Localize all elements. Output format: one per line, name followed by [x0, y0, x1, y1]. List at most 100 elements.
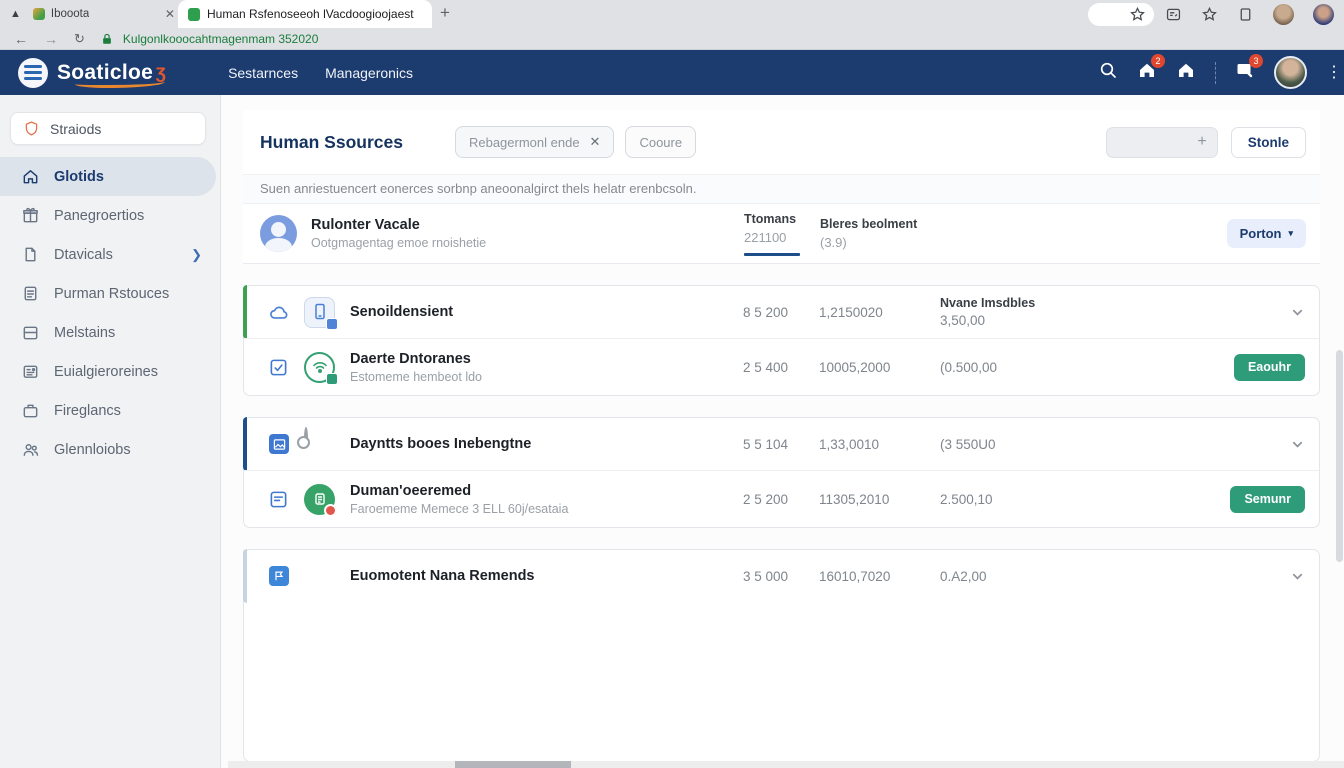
home-notifications-icon[interactable]: 2	[1137, 60, 1157, 85]
sidebar-top-label: Straiods	[50, 121, 101, 137]
sidebar-item-glennloiobs[interactable]: Glennloiobs	[0, 430, 220, 469]
chip-close-icon[interactable]: ✕	[590, 134, 601, 150]
reload-icon[interactable]: ↻	[74, 31, 85, 47]
plus-icon[interactable]: +	[1197, 133, 1206, 151]
nav-item-sestarnces[interactable]: Sestarnces	[228, 65, 298, 81]
horizontal-scrollbar-track[interactable]	[228, 761, 1344, 768]
nav-item-manageronics[interactable]: Manageronics	[325, 65, 413, 81]
stat-label: Bleres beolment	[820, 217, 941, 231]
sidebar-item-euialgieroreines[interactable]: Euialgieroreines	[0, 352, 220, 391]
reading-list-icon[interactable]	[1165, 6, 1182, 23]
chevron-down-icon[interactable]	[1290, 437, 1305, 452]
table-row[interactable]: Senoildensient 8 5 200 1,2150020 Nvane I…	[244, 286, 1319, 338]
bookmark-star-icon[interactable]	[1129, 6, 1146, 23]
horizontal-scrollbar-thumb[interactable]	[455, 761, 571, 768]
stat-value: 221100	[744, 230, 820, 245]
person-badge-icon	[304, 484, 335, 515]
sidebar-item-dtavicals[interactable]: Dtavicals ❯	[0, 235, 220, 274]
row-value-3: Nvane Imsdbles 3,50,00	[940, 296, 1219, 328]
table-row[interactable]: Euomotent Nana Remends 3 5 000 16010,702…	[244, 550, 1319, 602]
eaouhr-button[interactable]: Eaouhr	[1234, 354, 1305, 381]
header-divider	[1215, 62, 1216, 84]
row-title: Euomotent Nana Remends	[350, 568, 535, 584]
tab-close-icon[interactable]: ✕	[165, 7, 175, 21]
tab-label: Human Rsfenoseeoh lVacdoogioojaest	[207, 7, 414, 21]
table-row[interactable]: Daerte Dntoranes Estomeme hembeot ldo 2 …	[244, 338, 1319, 395]
browser-tab-strip: ▲ Ibooota ✕ Human Rsfenoseeoh lVacdoogio…	[0, 0, 1344, 28]
back-arrow-icon[interactable]: ←	[14, 31, 28, 47]
tab-favicon	[188, 8, 200, 21]
record-card: Dayntts booes Inebengtne 5 5 104 1,33,00…	[243, 417, 1320, 528]
brand-flourish: ʒ	[156, 62, 166, 84]
row-value-1: 2 5 400	[743, 360, 819, 375]
sidebar-item-glotids[interactable]: Glotids	[0, 157, 216, 196]
stat-bleres: Bleres beolment (3.9)	[820, 217, 941, 250]
page-subtitle: Suen anriestuencert eonerces sorbnp aneo…	[243, 174, 1320, 204]
checkbox-icon[interactable]	[269, 490, 288, 509]
sidebar: Straiods Glotids Panegroertios Dtavicals…	[0, 95, 221, 768]
sidebar-item-label: Glotids	[54, 169, 104, 185]
favorites-star-icon[interactable]	[1201, 6, 1218, 23]
row-value-3: (3 550U0	[940, 437, 1219, 452]
page-header: Human Ssources Rebagermonl ende ✕ Cooure…	[243, 110, 1320, 174]
apps-panel-icon[interactable]: 3	[1235, 60, 1255, 85]
stonle-button[interactable]: Stonle	[1231, 127, 1306, 158]
home-icon	[21, 167, 40, 186]
row-title: Daerte Dntoranes	[350, 351, 482, 367]
table-row[interactable]: Dayntts booes Inebengtne 5 5 104 1,33,00…	[244, 418, 1319, 470]
filter-chip[interactable]: Rebagermonl ende ✕	[455, 126, 614, 158]
apps-badge: 3	[1249, 54, 1263, 68]
vertical-scrollbar-thumb[interactable]	[1336, 350, 1343, 562]
grid-badge-icon	[326, 373, 338, 385]
record-card: Senoildensient 8 5 200 1,2150020 Nvane I…	[243, 285, 1320, 396]
browser-tab-active[interactable]: Human Rsfenoseeoh lVacdoogioojaest	[178, 0, 432, 28]
add-input[interactable]: +	[1106, 127, 1218, 158]
person-photo-avatar	[304, 561, 335, 592]
filter-chip[interactable]: Cooure	[625, 126, 696, 158]
value: 3,50,00	[940, 313, 1219, 328]
browser-pin-icon[interactable]: ▲	[10, 8, 21, 20]
app-logo[interactable]: Soaticloe ʒ	[18, 58, 153, 88]
sidebar-item-purman-rstouces[interactable]: Purman Rstouces	[0, 274, 220, 313]
search-icon[interactable]	[1098, 60, 1118, 85]
kebab-menu-icon[interactable]: ⋮	[1326, 70, 1332, 75]
browser-profile-avatar[interactable]	[1273, 4, 1294, 25]
row-value-1: 3 5 000	[743, 569, 819, 584]
checkbox-icon[interactable]	[269, 358, 288, 377]
chevron-down-icon[interactable]	[1290, 305, 1305, 320]
row-value-2: 1,33,0010	[819, 437, 940, 452]
url-text[interactable]: Kulgonlkooocahtmagenmam 352020	[123, 32, 318, 46]
tab-favicon	[33, 8, 45, 20]
logo-mark-icon	[18, 58, 48, 88]
device-app-icon	[304, 297, 335, 328]
extension-icon[interactable]	[1237, 6, 1254, 23]
porton-dropdown-button[interactable]: Porton ▾	[1227, 219, 1306, 248]
brand-swoosh	[75, 78, 165, 88]
new-tab-button[interactable]: +	[440, 3, 450, 23]
sidebar-top-button[interactable]: Straiods	[10, 112, 206, 145]
main-content: Human Ssources Rebagermonl ende ✕ Cooure…	[221, 95, 1344, 768]
profile-row[interactable]: Rulonter Vacale Ootgmagentag emoe rnoish…	[243, 204, 1320, 264]
id-card-icon	[21, 362, 40, 381]
page-title: Human Ssources	[260, 132, 403, 153]
row-accent-bar	[243, 417, 247, 471]
browser-account-avatar[interactable]	[1313, 4, 1334, 25]
user-avatar[interactable]	[1274, 56, 1307, 89]
sidebar-item-fireglancs[interactable]: Fireglancs	[0, 391, 220, 430]
row-accent-bar	[243, 549, 247, 603]
browser-tab-pinned[interactable]: Ibooota	[33, 8, 163, 20]
sidebar-item-label: Melstains	[54, 325, 115, 341]
sidebar-item-label: Panegroertios	[54, 208, 144, 224]
lock-icon	[101, 33, 113, 45]
row-title: Senoildensient	[350, 304, 453, 320]
value-label: Nvane Imsdbles	[940, 296, 1219, 310]
semunr-button[interactable]: Semunr	[1230, 486, 1305, 513]
forward-arrow-icon[interactable]: →	[44, 31, 58, 47]
home-icon[interactable]	[1176, 60, 1196, 85]
chevron-down-icon[interactable]	[1290, 569, 1305, 584]
sidebar-item-panegroertios[interactable]: Panegroertios	[0, 196, 220, 235]
table-row[interactable]: Duman'oeeremed Faroememe Memece 3 ELL 60…	[244, 470, 1319, 527]
gift-icon	[21, 206, 40, 225]
row-title: Dayntts booes Inebengtne	[350, 436, 531, 452]
sidebar-item-melstains[interactable]: Melstains	[0, 313, 220, 352]
